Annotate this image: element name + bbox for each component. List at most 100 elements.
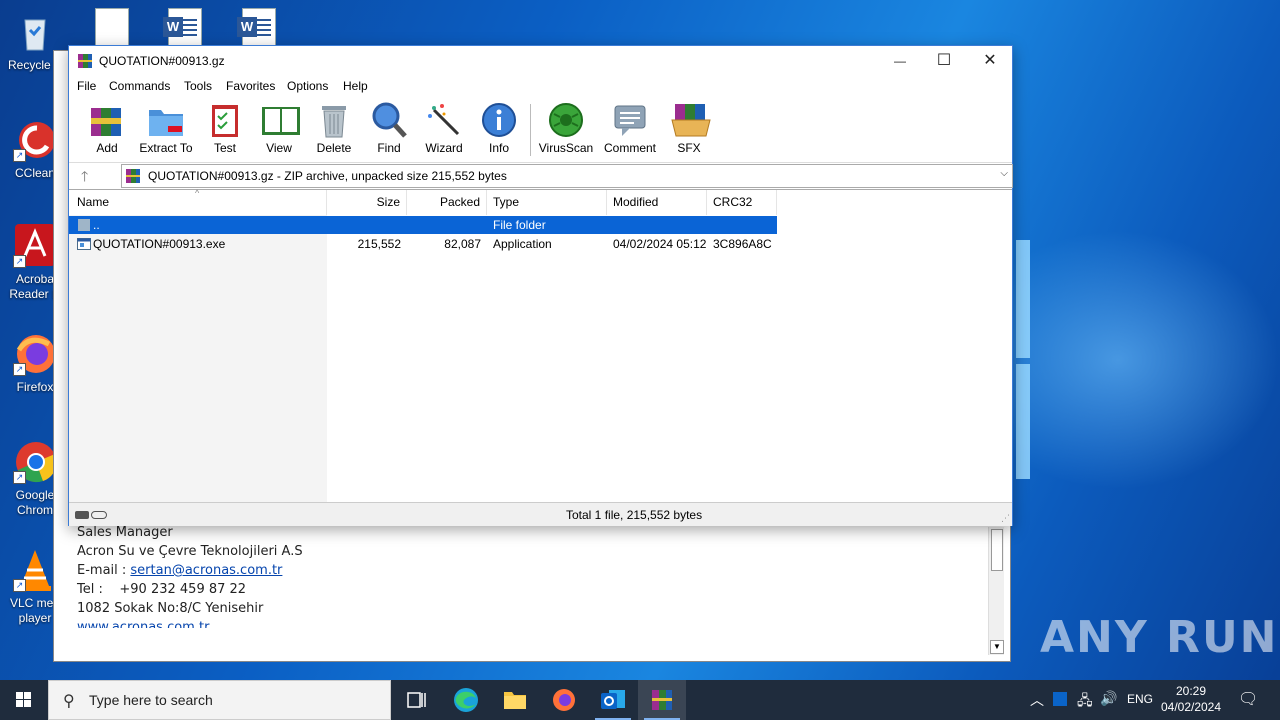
taskbar-clock[interactable]: 20:29 04/02/2024	[1160, 683, 1222, 715]
anyrun-watermark: ANY RUN	[1040, 612, 1279, 663]
start-button[interactable]	[0, 680, 48, 720]
menu-commands[interactable]: Commands	[109, 79, 170, 93]
address-bar: 🡑 QUOTATION#00913.gz - ZIP archive, unpa…	[69, 162, 1013, 190]
resize-grip-icon[interactable]: ⋰	[1001, 513, 1010, 524]
taskbar-search[interactable]: ⚲ Type here to search	[48, 680, 391, 720]
email-link[interactable]: sertan@acronas.com.tr	[130, 563, 282, 578]
column-name[interactable]: Name	[69, 190, 327, 215]
menu-favorites[interactable]: Favorites	[226, 79, 275, 93]
minimize-button[interactable]: —	[877, 46, 923, 76]
toolbar-label: Wizard	[425, 141, 463, 155]
acrobat-icon: ↗	[13, 224, 57, 268]
toolbar-label: Comment	[603, 141, 656, 155]
edge-icon	[454, 688, 478, 712]
toolbar-test-button[interactable]: Test	[194, 102, 256, 155]
outlook-tray-icon[interactable]	[1053, 692, 1067, 706]
winrar-window[interactable]: QUOTATION#00913.gz — ☐ ✕ File Commands T…	[68, 45, 1013, 526]
task-view-icon	[407, 692, 426, 708]
desktop-file-word-1[interactable]: W	[163, 8, 202, 48]
column-packed[interactable]: Packed	[407, 190, 487, 215]
website-link[interactable]: www.acronas.com.tr	[77, 620, 209, 628]
recycle-bin-icon	[13, 10, 57, 54]
title-bar[interactable]: QUOTATION#00913.gz — ☐ ✕	[69, 46, 1012, 76]
vlc-icon: ↗	[13, 548, 57, 592]
clock-date: 04/02/2024	[1160, 700, 1222, 714]
signature-line: E-mail : sertan@acronas.com.tr	[77, 563, 283, 578]
chevron-down-icon[interactable]: ⌵	[1000, 168, 1008, 179]
toolbar-wizard-button[interactable]: Wizard	[413, 102, 475, 155]
menu-help[interactable]: Help	[343, 79, 368, 93]
menu-file[interactable]: File	[77, 79, 96, 93]
search-icon: ⚲	[63, 693, 75, 710]
taskbar-file-explorer[interactable]	[491, 680, 539, 720]
notifications-icon[interactable]: 🗨	[1238, 689, 1258, 720]
toolbar-label: Extract To	[139, 141, 193, 155]
cell-modified: 04/02/2024 05:12	[613, 237, 707, 251]
maximize-button[interactable]: ☐	[921, 46, 967, 76]
list-header: ^ Name Size Packed Type Modified CRC32	[69, 188, 777, 215]
chrome-icon: ↗	[13, 440, 57, 484]
file-list[interactable]: ^ Name Size Packed Type Modified CRC32 .…	[69, 188, 1012, 502]
scroll-down-arrow-icon[interactable]: ▼	[990, 640, 1004, 654]
email-scrollbar[interactable]: ▼	[988, 527, 1004, 655]
address-path: QUOTATION#00913.gz - ZIP archive, unpack…	[148, 169, 507, 183]
network-icon[interactable]: 🖧	[1077, 690, 1093, 720]
toolbar-label: Find	[377, 141, 401, 155]
table-row[interactable]: QUOTATION#00913.exe 215,552 82,087 Appli…	[69, 235, 777, 253]
toolbar: Add Extract To Test View Delete Find Wiz…	[69, 98, 1012, 158]
toolbar-add-button[interactable]: Add	[76, 102, 138, 155]
toolbar-label: Test	[213, 141, 236, 155]
desktop-file-image[interactable]	[95, 8, 129, 48]
taskbar-outlook[interactable]	[589, 680, 637, 720]
info-icon	[481, 102, 517, 138]
signature-line: Acron Su ve Çevre Teknolojileri A.S	[77, 544, 303, 559]
task-view-button[interactable]	[392, 680, 440, 720]
column-crc32[interactable]: CRC32	[707, 190, 777, 215]
toolbar-label: Add	[96, 141, 118, 155]
toolbar-delete-button[interactable]: Delete	[303, 102, 365, 155]
up-arrow-icon[interactable]: 🡑	[81, 166, 88, 190]
add-archive-icon	[89, 102, 125, 138]
menu-options[interactable]: Options	[287, 79, 328, 93]
column-size[interactable]: Size	[327, 190, 407, 215]
language-indicator[interactable]: ENG	[1127, 692, 1153, 720]
menu-tools[interactable]: Tools	[184, 79, 212, 93]
toolbar-extract-button[interactable]: Extract To	[135, 102, 197, 155]
signature-line: www.acronas.com.tr	[77, 618, 303, 628]
toolbar-sfx-button[interactable]: SFX	[658, 102, 720, 155]
toolbar-comment-button[interactable]: Comment	[599, 102, 661, 155]
column-modified[interactable]: Modified	[607, 190, 707, 215]
taskbar-edge[interactable]	[442, 680, 490, 720]
windows-logo-icon	[16, 692, 31, 707]
test-clipboard-icon	[207, 102, 243, 138]
delete-bin-icon	[316, 102, 352, 138]
sfx-box-icon	[671, 102, 711, 138]
taskbar-firefox[interactable]	[540, 680, 588, 720]
folder-up-icon	[77, 218, 91, 232]
toolbar-label: View	[266, 141, 292, 155]
wizard-wand-icon	[426, 102, 462, 138]
close-button[interactable]: ✕	[967, 46, 1013, 76]
desktop-file-word-2[interactable]: W	[237, 8, 276, 48]
application-file-icon	[77, 237, 91, 251]
toolbar-view-button[interactable]: View	[248, 102, 310, 155]
search-placeholder: Type here to search	[89, 692, 213, 708]
signature-line: 1082 Sokak No:8/C Yenisehir	[77, 601, 264, 616]
toolbar-info-button[interactable]: Info	[468, 102, 530, 155]
winrar-app-icon	[78, 54, 92, 68]
show-hidden-icons-icon[interactable]: ︿	[1030, 690, 1044, 720]
address-combobox[interactable]: QUOTATION#00913.gz - ZIP archive, unpack…	[121, 164, 1013, 188]
toolbar-virusscan-button[interactable]: VirusScan	[535, 102, 597, 155]
view-book-icon	[261, 102, 300, 138]
taskbar-winrar[interactable]	[638, 680, 686, 720]
volume-icon[interactable]: 🔊	[1100, 690, 1117, 720]
drive-icon	[75, 511, 89, 519]
cell-name: QUOTATION#00913.exe	[93, 237, 226, 251]
table-row[interactable]: .. File folder	[69, 216, 777, 234]
cell-name: ..	[93, 218, 100, 232]
toolbar-find-button[interactable]: Find	[358, 102, 420, 155]
key-icon	[91, 511, 107, 519]
column-type[interactable]: Type	[487, 190, 607, 215]
taskbar: ⚲ Type here to search ︿ 🖧 🔊 ENG 20:29 04…	[0, 680, 1280, 720]
scroll-thumb[interactable]	[991, 529, 1003, 571]
